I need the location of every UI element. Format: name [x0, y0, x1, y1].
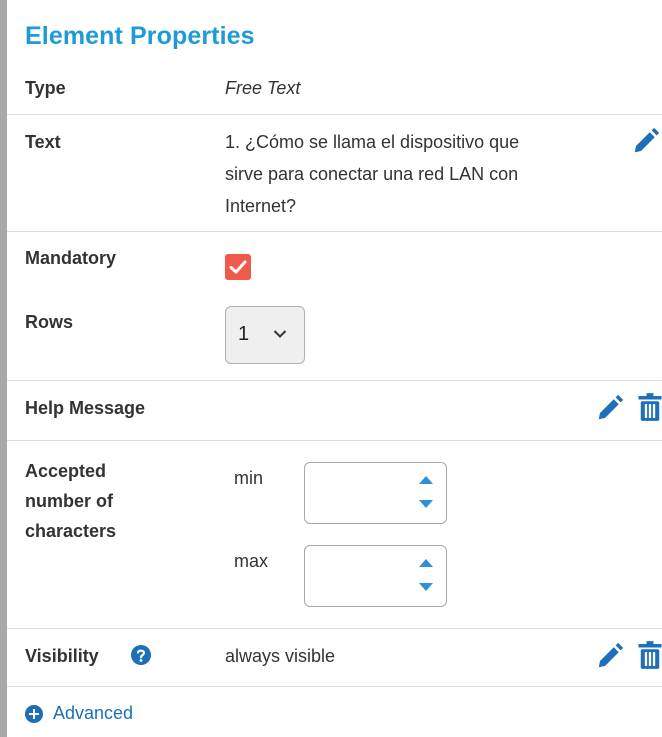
max-label: max — [234, 551, 269, 571]
text-line: 1. ¿Cómo se llama el dispositivo que — [225, 132, 520, 152]
edit-visibility-pencil-icon[interactable] — [595, 641, 625, 671]
text-value: 1. ¿Cómo se llama el dispositivo que sir… — [225, 126, 519, 222]
rows-select[interactable]: 1 — [225, 306, 305, 364]
edit-text-pencil-icon[interactable] — [631, 126, 661, 156]
separator — [7, 380, 662, 381]
accepted-characters-label: Accepted number of characters — [25, 456, 116, 546]
checkmark-icon — [229, 260, 247, 274]
spinner-up-icon[interactable] — [418, 558, 434, 568]
spinner-down-icon[interactable] — [418, 582, 434, 592]
min-label: min — [234, 468, 264, 488]
chevron-down-icon — [273, 330, 287, 338]
spinner-up-icon[interactable] — [418, 475, 434, 485]
separator — [7, 231, 662, 232]
visibility-value: always visible — [225, 646, 336, 666]
text-label: Text — [25, 132, 61, 152]
left-border — [0, 0, 7, 737]
rows-selected-value: 1 — [238, 323, 250, 345]
separator — [7, 114, 662, 115]
type-label: Type — [25, 78, 66, 98]
help-message-label: Help Message — [25, 398, 146, 418]
element-properties-panel: Element Properties Type Free Text Text 1… — [7, 0, 662, 737]
accepted-label-line: characters — [25, 521, 117, 541]
text-line: Internet? — [225, 196, 297, 216]
plus-circle-icon[interactable] — [25, 705, 43, 723]
text-line: sirve para conectar una red LAN con — [225, 164, 519, 184]
visibility-label: Visibility — [25, 646, 99, 666]
rows-label: Rows — [25, 312, 74, 332]
separator — [7, 440, 662, 441]
separator — [7, 686, 662, 687]
min-number-input[interactable] — [304, 462, 447, 524]
accepted-label-line: Accepted — [25, 461, 107, 481]
help-icon[interactable] — [131, 645, 151, 665]
accepted-label-line: number of — [25, 491, 113, 511]
mandatory-checkbox[interactable] — [225, 254, 251, 280]
spinner-down-icon[interactable] — [418, 499, 434, 509]
delete-help-message-trash-icon[interactable] — [637, 392, 662, 422]
advanced-link[interactable]: Advanced — [53, 703, 133, 724]
edit-help-message-pencil-icon[interactable] — [595, 393, 625, 423]
max-number-input[interactable] — [304, 545, 447, 607]
panel-title: Element Properties — [25, 22, 255, 50]
delete-visibility-trash-icon[interactable] — [637, 640, 662, 670]
type-value: Free Text — [225, 78, 301, 98]
mandatory-label: Mandatory — [25, 248, 117, 268]
separator — [7, 628, 662, 629]
